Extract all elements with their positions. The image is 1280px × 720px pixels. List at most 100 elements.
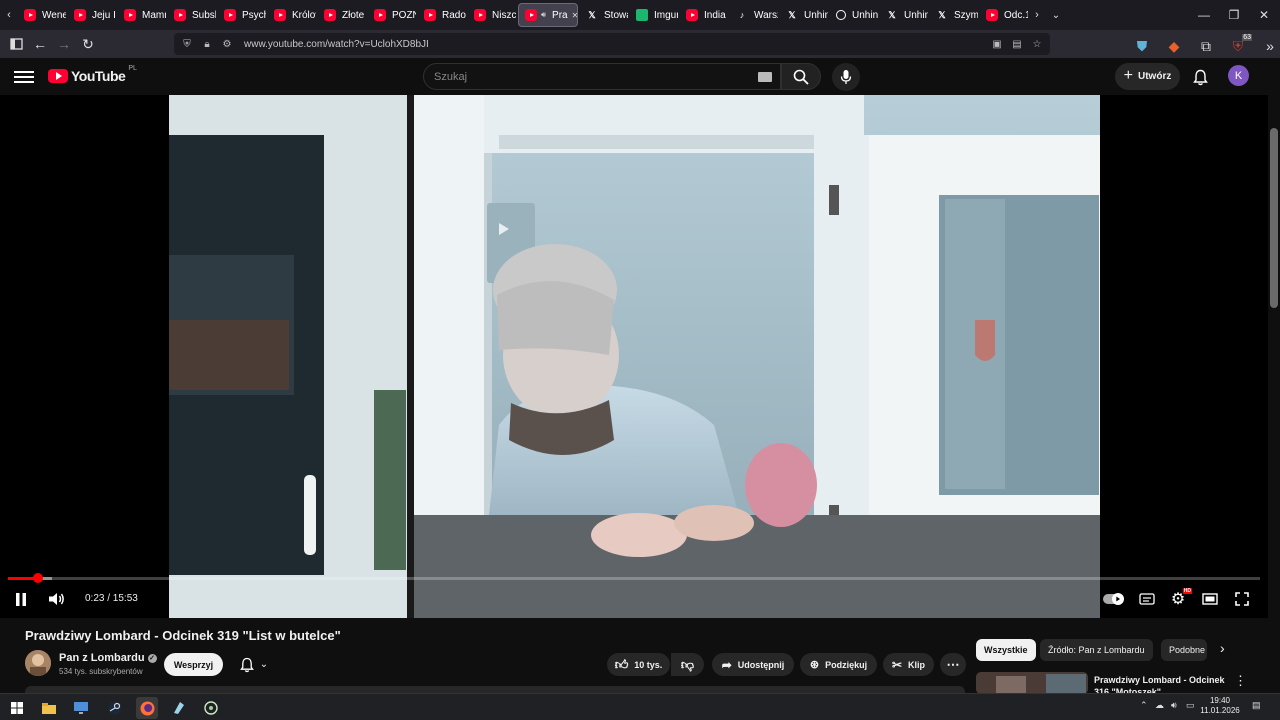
share-button[interactable]: ➦ Udostępnij [712,653,794,676]
chip-channel-source[interactable]: Źródło: Pan z Lombardu [1040,639,1153,661]
browser-tab[interactable]: 𝕏 Unhin [780,3,828,27]
browser-tab[interactable]: Subsk [168,3,216,27]
voice-search-button[interactable] [832,63,860,91]
thanks-button[interactable]: ⊛ Podziękuj [800,653,877,676]
file-explorer-icon[interactable] [38,697,60,719]
browser-tab[interactable]: POZN [368,3,416,27]
tab-scroll-right-icon[interactable]: › [1028,3,1046,27]
guide-menu-icon[interactable] [14,68,34,84]
browser-tab[interactable]: Odc.1 [980,3,1028,27]
chip-all[interactable]: Wszystkie [976,639,1036,661]
settings-button[interactable]: ⚙ HD [1166,587,1192,611]
account-avatar[interactable]: K [1228,65,1249,86]
scrubber-handle[interactable] [33,573,44,583]
browser-tab[interactable]: Złote [318,3,366,27]
autoplay-toggle[interactable] [1102,587,1126,611]
firefox-icon[interactable] [136,697,158,719]
lock-icon[interactable]: 🔒︎ [200,37,214,51]
ublock-extension-icon[interactable]: ⛨ 63 [1226,34,1252,58]
tracking-protection-icon[interactable]: ⛨ [180,37,194,51]
browser-tab[interactable]: Jeju Is [68,3,116,27]
extensions-puzzle-icon[interactable]: ⧉ [1194,34,1218,58]
speaker-icon[interactable]: 🔊︎ [1171,700,1177,711]
browser-tab[interactable]: Rados [418,3,466,27]
minimize-icon[interactable]: — [1188,0,1220,30]
theater-mode-button[interactable] [1198,587,1222,611]
create-button[interactable]: + Utwórz [1115,63,1180,90]
join-button[interactable]: Wesprzyj [164,653,223,676]
close-window-icon[interactable]: ✕ [1248,0,1280,30]
recommended-more-icon[interactable]: ⋮ [1234,673,1247,689]
close-tab-icon[interactable]: ✕ [572,11,577,20]
restore-icon[interactable]: ❐ [1218,0,1250,30]
dislike-button[interactable]: 👎︎ [671,653,704,676]
progress-bar[interactable] [8,573,1260,583]
forward-icon[interactable]: → [52,32,76,56]
subscription-bell-button[interactable]: ⌄ [231,653,277,676]
tab-scroll-left-icon[interactable]: ‹ [0,3,18,27]
browser-tab[interactable]: Wene [18,3,66,27]
address-bar[interactable]: ⛨ 🔒︎ ⚙ www.youtube.com/watch?v=UclohXD8b… [174,33,1050,55]
more-actions-button[interactable]: ⋯ [940,653,966,676]
browser-tab[interactable]: 𝕏 Szymc [930,3,978,27]
network-icon[interactable]: ▭ [1186,700,1195,711]
cloud-icon[interactable]: ☁ [1155,700,1164,711]
tab-label: Pra [552,9,568,21]
browser-tab[interactable]: Królov [268,3,316,27]
page-scrollbar[interactable] [1268,58,1280,720]
windows-start-icon[interactable] [6,697,28,719]
browser-tab[interactable]: 🔊︎ Pra ✕ [518,3,578,27]
app-bird-icon[interactable] [200,697,222,719]
reload-icon[interactable]: ↻ [76,32,100,56]
browser-tab[interactable]: Unhin [830,3,878,27]
browser-tab[interactable]: 𝕏 Stowa [580,3,628,27]
taskbar-clock[interactable]: 19:40 11.01.2026 [1200,696,1240,716]
browser-tab[interactable]: India [680,3,728,27]
shield-extension-icon[interactable]: ⛊ [1130,34,1154,58]
chips-next-icon[interactable]: › [1220,640,1225,656]
tray-overflow-icon[interactable]: ⌃ [1140,700,1148,711]
computer-icon[interactable] [70,697,92,719]
search-input[interactable]: Szukaj [423,63,781,90]
pip-page-icon[interactable]: ▣ [990,37,1004,51]
channel-avatar[interactable] [25,650,51,676]
notifications-button[interactable] [1190,67,1210,87]
browser-tab[interactable]: Psych [218,3,266,27]
notifications-center-icon[interactable]: ▤ [1252,700,1261,711]
pause-button[interactable] [10,587,32,611]
subtitles-button[interactable] [1135,587,1159,611]
video-player[interactable]: 0:23 / 15:53 ⚙ HD [0,95,1268,618]
reader-view-icon[interactable]: ▤ [1010,37,1024,51]
scrollbar-thumb[interactable] [1270,128,1278,308]
scissors-icon: ✂ [891,657,903,672]
channel-name-text[interactable]: Pan z Lombardu [59,652,145,664]
browser-tab[interactable]: ♪ Warsz [730,3,778,27]
sidebar-toggle-icon[interactable] [4,32,28,56]
steam-icon[interactable] [104,697,126,719]
keyboard-icon[interactable] [758,72,772,82]
browser-tab[interactable]: Imgur [630,3,678,27]
channel-name[interactable]: Pan z Lombardu ✓ [59,652,157,664]
tab-list-chevron-icon[interactable]: ⌄ [1046,3,1066,27]
create-label: Utwórz [1138,71,1172,82]
search-button[interactable] [781,63,821,90]
permissions-icon[interactable]: ⚙ [220,37,234,51]
like-button[interactable]: 👍︎ 10 tys. [607,653,670,676]
browser-tab[interactable]: Mamr [118,3,166,27]
fullscreen-button[interactable] [1230,587,1254,611]
browser-tab[interactable]: Niszcz [468,3,516,27]
url-text[interactable]: www.youtube.com/watch?v=UclohXD8bJI [244,39,429,50]
overflow-chevron-icon[interactable]: » [1258,34,1280,58]
browser-tab[interactable]: 𝕏 Unhin [880,3,928,27]
volume-button[interactable] [45,587,69,611]
speaker-icon[interactable]: 🔊︎ [541,10,546,20]
app-icon[interactable] [168,697,190,719]
back-icon[interactable]: ← [28,32,52,56]
fox-extension-icon[interactable]: ◆ [1162,34,1186,58]
youtube-logo[interactable]: YouTube PL [48,65,137,84]
video-frame[interactable] [169,95,1100,618]
recommended-video-thumbnail[interactable] [976,672,1088,694]
bookmark-star-icon[interactable]: ☆ [1030,37,1044,51]
chip-related[interactable]: Podobne [1161,639,1207,661]
clip-button[interactable]: ✂ Klip [883,653,934,676]
